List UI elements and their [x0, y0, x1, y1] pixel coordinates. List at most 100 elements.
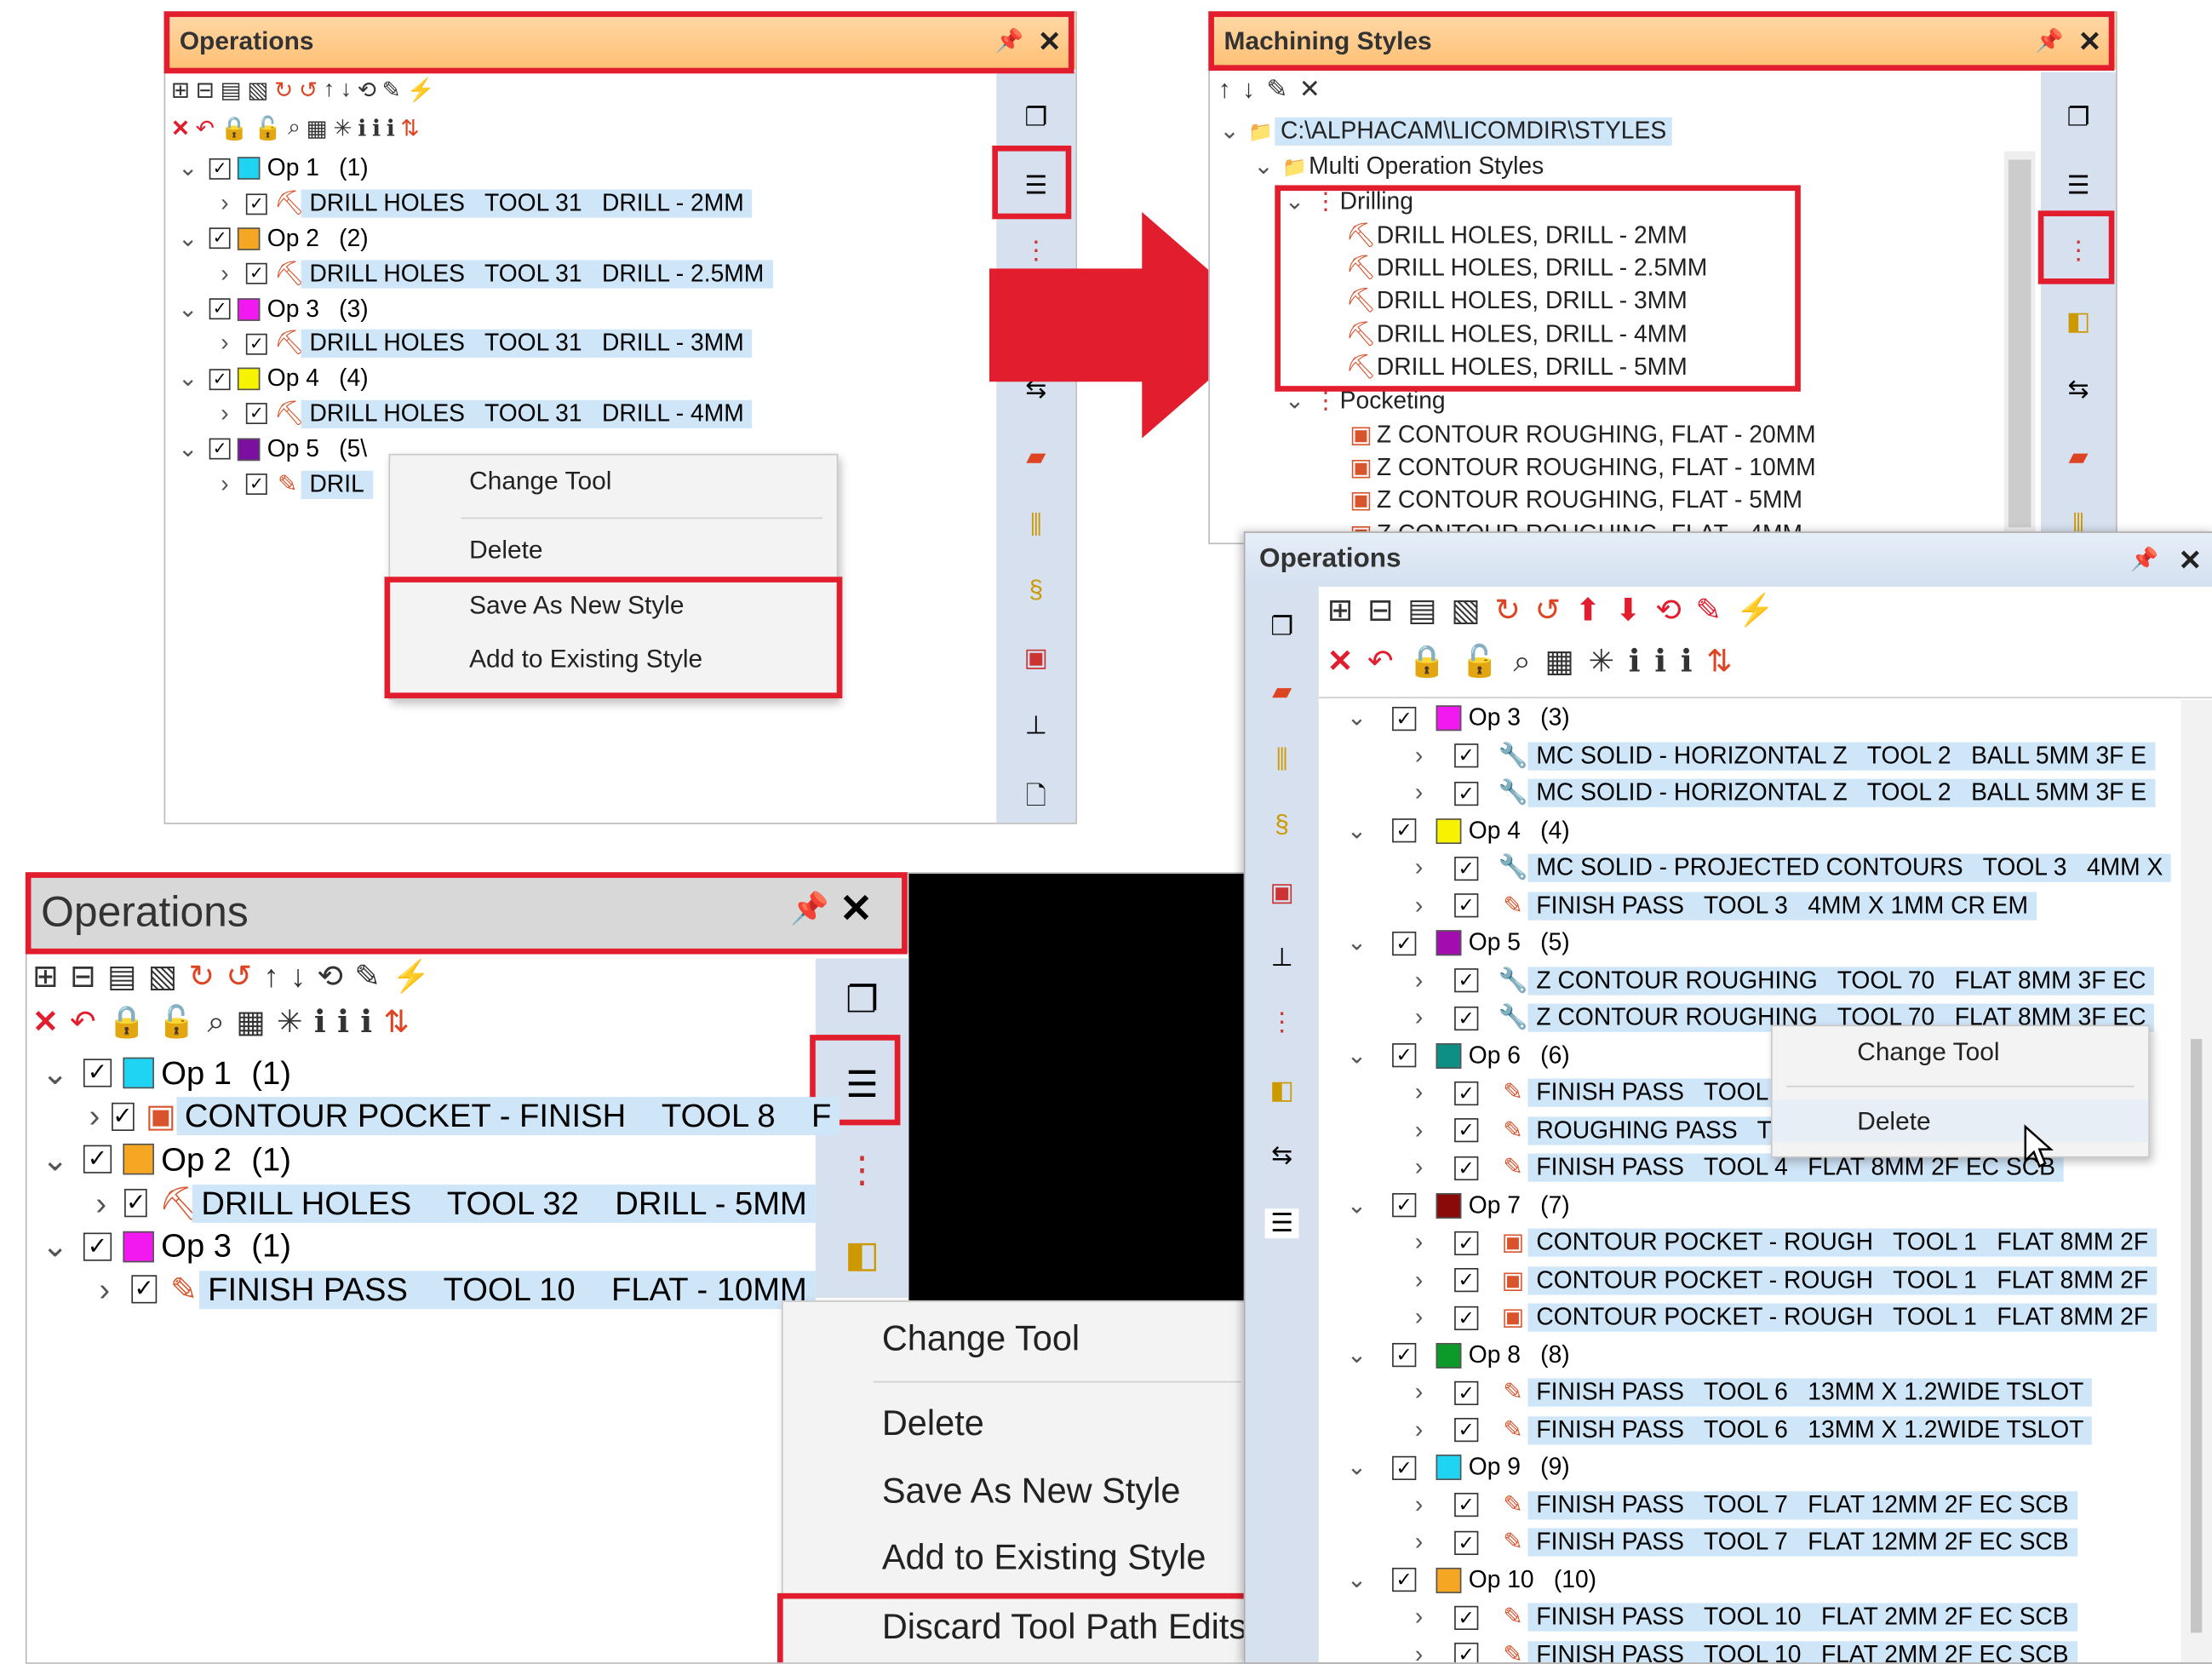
renumber-up-icon[interactable]: ↺ — [299, 77, 318, 105]
menu-discard-tool-path-edits[interactable]: Discard Tool Path Edits — [783, 1607, 1246, 1648]
machine-icon[interactable]: ▰ — [1026, 443, 1046, 473]
chevron-right-icon[interactable]: › — [1403, 1004, 1435, 1032]
loop-icon[interactable]: ⟲ — [358, 77, 376, 105]
delete-icon[interactable]: ✕ — [1327, 643, 1354, 680]
toolpath-icon[interactable]: ⇆ — [1271, 1141, 1292, 1171]
toolpath-row[interactable]: › ✓ ✎ FINISH PASS TOOL 10 FLAT - 10MM — [27, 1268, 816, 1311]
properties-icon[interactable]: ▤ — [221, 77, 242, 105]
layers-icon[interactable]: ❐ — [1024, 103, 1047, 133]
toolpath-row[interactable]: › ✓ ⛏ DRILL HOLES TOOL 31 DRILL - 3MM — [165, 326, 996, 361]
info-icon[interactable]: ℹ — [314, 1004, 326, 1041]
chevron-right-icon[interactable]: › — [1403, 1641, 1435, 1662]
toolpath-checkbox[interactable]: ✓ — [245, 403, 267, 425]
renumber-icon[interactable]: ↻ — [189, 958, 215, 995]
sort-icon[interactable]: ⇅ — [1706, 643, 1733, 680]
toolpath-row[interactable]: › ✓ ⛏ DRILL HOLES TOOL 31 DRILL - 4MM — [165, 397, 996, 432]
toolpath-row[interactable]: › ✓ ✎ FINISH PASS TOOL 6 13MM X 1.2WIDE TSL… — [1319, 1374, 2181, 1412]
menu-add-to-existing-style[interactable]: Add to Existing Style — [783, 1538, 1246, 1579]
style-row[interactable]: ▣ Z CONTOUR ROUGHING, FLAT - 10MM — [1210, 451, 2002, 484]
collapse-all-icon[interactable]: ⊟ — [70, 958, 96, 995]
explode-icon[interactable]: ✳ — [277, 1004, 303, 1041]
op-checkbox[interactable]: ✓ — [209, 439, 231, 460]
op-row[interactable]: ⌄ ✓ Op 8 (8) — [1319, 1337, 2181, 1374]
toolpath-checkbox[interactable]: ✓ — [245, 333, 267, 355]
delete-list-icon[interactable]: ▧ — [247, 77, 268, 105]
chevron-right-icon[interactable]: › — [89, 1271, 120, 1309]
style-row[interactable]: ⛏ DRILL HOLES, DRILL - 2.5MM — [1210, 252, 2002, 284]
style-row[interactable]: ▣ Z CONTOUR ROUGHING, FLAT - 5MM — [1210, 485, 2002, 517]
chevron-right-icon[interactable]: › — [210, 470, 238, 498]
style-row[interactable]: ⛏ DRILL HOLES, DRILL - 2MM — [1210, 219, 2002, 251]
toolpath-checkbox[interactable]: ✓ — [1454, 856, 1479, 881]
scrollbar[interactable] — [2180, 699, 2212, 1663]
toolpath-checkbox[interactable]: ✓ — [1454, 743, 1479, 768]
chevron-right-icon[interactable]: › — [1403, 1229, 1435, 1257]
find-icon[interactable]: ⌕ — [1513, 643, 1530, 680]
op-checkbox[interactable]: ✓ — [1392, 931, 1417, 955]
renumber-up-icon[interactable]: ↺ — [226, 958, 252, 995]
edit-icon[interactable]: ✎ — [1266, 75, 1287, 105]
style-row[interactable]: ⛏ DRILL HOLES, DRILL - 3MM — [1210, 285, 2002, 318]
close-icon[interactable]: ✕ — [2078, 23, 2102, 59]
op-row[interactable]: ⌄ ✓ Op 3 (1) — [27, 1225, 816, 1268]
axis-icon[interactable]: ⊥ — [1025, 711, 1047, 741]
tree-root[interactable]: ⌄ 📁 C:\ALPHACAM\LICOMDIR\STYLES — [1210, 114, 2002, 148]
op-checkbox[interactable]: ✓ — [83, 1145, 112, 1174]
renumber-icon[interactable]: ↻ — [274, 77, 293, 105]
chevron-down-icon[interactable]: ⌄ — [1246, 152, 1281, 181]
tools-icon[interactable]: ⫼ — [1030, 510, 1042, 540]
styles-tree-icon[interactable]: ⋮ — [2066, 236, 2091, 266]
menu-save-as-new-style[interactable]: Save As New Style — [390, 591, 837, 621]
move-up-icon[interactable]: ↑ — [324, 77, 335, 103]
toolpath-row[interactable]: › ✓ 🔧 MC SOLID - HORIZONTAL Z TOOL 2 BALL 5… — [1319, 775, 2181, 812]
chevron-down-icon[interactable]: ⌄ — [1341, 1041, 1372, 1070]
toolpath-checkbox[interactable]: ✓ — [1454, 1605, 1479, 1630]
chevron-down-icon[interactable]: ⌄ — [174, 295, 202, 323]
menu-change-tool[interactable]: Change Tool — [783, 1319, 1246, 1360]
tree-pocketing[interactable]: ⌄ ⋮ Pocketing — [1210, 385, 2002, 419]
menu-change-tool[interactable]: Change Tool — [1773, 1037, 2149, 1067]
chevron-down-icon[interactable]: ⌄ — [38, 1227, 72, 1265]
pocket-icon[interactable]: ▣ — [1024, 643, 1048, 673]
styles-tree-icon[interactable]: ⋮ — [1269, 1008, 1295, 1038]
toolpath-row[interactable]: › ✓ ✎ FINISH PASS TOOL 7 FLAT 12MM 2F EC SC… — [1319, 1486, 2181, 1523]
chevron-down-icon[interactable]: ⌄ — [1341, 1341, 1372, 1369]
toolpath-checkbox[interactable]: ✓ — [1454, 1268, 1479, 1293]
page-icon[interactable]: 🗋 — [1026, 779, 1046, 822]
chevron-down-icon[interactable]: ⌄ — [1341, 1566, 1372, 1594]
close-icon[interactable]: ✕ — [1038, 23, 1062, 59]
lightning-icon[interactable]: ⚡ — [407, 77, 435, 105]
expand-all-icon[interactable]: ⊞ — [32, 958, 59, 995]
op-row[interactable]: ⌄ ✓ Op 2 (2) — [165, 221, 996, 256]
toolpath-checkbox[interactable]: ✓ — [1454, 1006, 1479, 1030]
menu-add-to-existing-style[interactable]: Add to Existing Style — [390, 645, 837, 674]
toolpath-row[interactable]: › ✓ ⛏ DRILL HOLES TOOL 31 DRILL - 2.5MM — [165, 256, 996, 291]
chevron-right-icon[interactable]: › — [1403, 854, 1435, 882]
style-row[interactable]: ⛏ DRILL HOLES, DRILL - 5MM — [1210, 352, 2002, 384]
toolpath-checkbox[interactable]: ✓ — [245, 263, 267, 285]
op-checkbox[interactable]: ✓ — [1392, 818, 1417, 843]
pin-icon[interactable]: 📌 — [995, 27, 1023, 55]
edit-icon[interactable]: ✎ — [354, 958, 381, 995]
renumber-icon[interactable]: ↻ — [1494, 593, 1521, 629]
toolpath-checkbox[interactable]: ✓ — [1454, 968, 1479, 993]
toolpath-checkbox[interactable]: ✓ — [124, 1189, 148, 1218]
operations-list-icon[interactable]: ☰ — [1024, 171, 1047, 201]
chevron-right-icon[interactable]: › — [210, 330, 238, 358]
toolpath-row[interactable]: › ✓ ▣ CONTOUR POCKET - ROUGH TOOL 1 FLAT 8M… — [1319, 1300, 2181, 1337]
op-row[interactable]: ⌄ ✓ Op 5 (5) — [1319, 925, 2181, 962]
op-row[interactable]: ⌄ ✓ Op 1 (1) — [27, 1052, 816, 1095]
move-down-icon[interactable]: ↓ — [1242, 75, 1255, 105]
menu-delete[interactable]: Delete — [390, 536, 837, 565]
unlock-icon[interactable]: 🔓 — [1460, 643, 1499, 680]
info-icon[interactable]: ℹ — [358, 114, 366, 142]
chevron-right-icon[interactable]: › — [1403, 1416, 1435, 1444]
delete-icon[interactable]: ✕ — [32, 1004, 59, 1041]
styles-tree-icon[interactable]: ⋮ — [844, 1148, 880, 1191]
toolpath-row[interactable]: › ✓ ▣ CONTOUR POCKET - ROUGH TOOL 1 FLAT 8M… — [1319, 1225, 2181, 1262]
unlock-icon[interactable]: 🔓 — [158, 1004, 196, 1041]
expand-all-icon[interactable]: ⊞ — [171, 77, 190, 105]
op-checkbox[interactable]: ✓ — [209, 368, 231, 390]
chevron-right-icon[interactable]: › — [1403, 779, 1435, 807]
sort-icon[interactable]: ⇅ — [383, 1004, 410, 1041]
